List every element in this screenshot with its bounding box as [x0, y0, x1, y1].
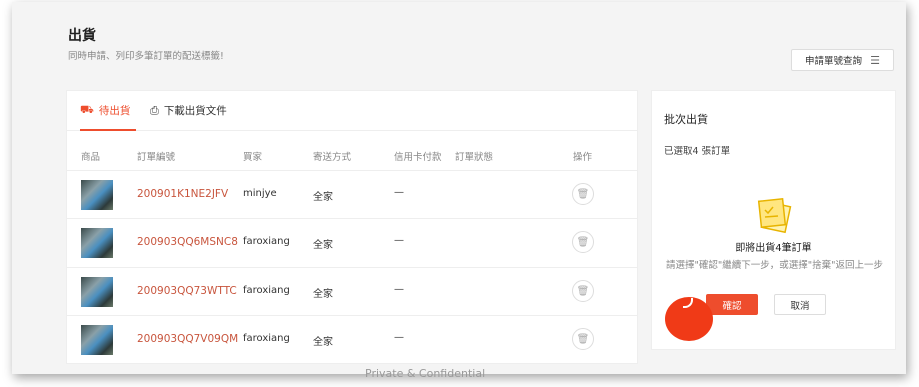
- product-thumbnail[interactable]: [81, 180, 113, 210]
- documents-icon: [757, 197, 792, 234]
- buyer-name: faroxiang: [243, 236, 290, 247]
- page-header: 出貨 同時申請、列印多筆訂單的配送標籤! 申請單號查詢 ☰: [12, 2, 906, 90]
- table-row: 200901K1NE2JFV minjye 全家 — 🗑: [67, 170, 637, 219]
- confidential-watermark: Private & Confidential: [365, 367, 486, 380]
- batch-hint: 請選擇"確認"繼續下一步，或選擇"捨棄"返回上一步: [666, 260, 883, 271]
- tab-bar: ⛟ 待出貨 ⎙ 下載出貨文件: [67, 91, 637, 131]
- batch-heading: 即將出貨4筆訂單: [735, 243, 812, 254]
- column-header: 買家: [243, 152, 263, 163]
- card-payment: —: [394, 332, 404, 343]
- product-thumbnail[interactable]: [81, 228, 113, 258]
- app-frame: 出貨 同時申請、列印多筆訂單的配送標籤! 申請單號查詢 ☰ ⛟ 待出貨 ⎙ 下載…: [12, 2, 906, 374]
- table-row: 200903QQ73WTTC faroxiang 全家 — 🗑: [67, 267, 637, 316]
- table-row: 200903QQ7V09QM faroxiang 全家 — 🗑: [67, 315, 637, 364]
- buyer-name: faroxiang: [243, 333, 290, 344]
- menu-icon: ☰: [870, 53, 880, 67]
- tab-label: 下載出貨文件: [163, 105, 227, 117]
- tab-download-documents[interactable]: ⎙ 下載出貨文件: [150, 91, 227, 130]
- package-icon: ⛟: [80, 103, 94, 116]
- delete-icon[interactable]: 🗑: [572, 328, 594, 350]
- card-payment: —: [394, 235, 404, 246]
- column-header: 訂單狀態: [455, 152, 494, 163]
- shipping-method: 全家: [313, 192, 333, 203]
- tab-label: 待出貨: [98, 105, 131, 117]
- column-header: 商品: [81, 152, 101, 163]
- page-title: 出貨: [68, 28, 96, 44]
- table-row: 200903QQ6MSNC8 faroxiang 全家 — 🗑: [67, 218, 637, 267]
- product-thumbnail[interactable]: [81, 277, 113, 307]
- cancel-button[interactable]: 取消: [774, 294, 826, 315]
- query-button[interactable]: 申請單號查詢 ☰: [791, 49, 894, 71]
- column-header: 信用卡付款: [394, 152, 442, 163]
- confirm-button[interactable]: 確認: [706, 294, 758, 315]
- orders-card: ⛟ 待出貨 ⎙ 下載出貨文件 商品 訂單編號 買家 寄送方式 信用卡付款 訂單狀…: [66, 90, 638, 364]
- selected-count: 已選取4 張訂單: [664, 146, 731, 157]
- cursor-highlight: [665, 297, 713, 341]
- delete-icon[interactable]: 🗑: [572, 183, 594, 205]
- delete-icon[interactable]: 🗑: [572, 280, 594, 302]
- buyer-name: minjye: [243, 188, 277, 199]
- buyer-name: faroxiang: [243, 285, 290, 296]
- table-header: 商品 訂單編號 買家 寄送方式 信用卡付款 訂單狀態 操作: [67, 143, 637, 171]
- batch-title: 批次出貨: [664, 113, 708, 126]
- shipping-method: 全家: [313, 337, 333, 348]
- order-number-link[interactable]: 200903QQ6MSNC8: [137, 236, 238, 248]
- card-payment: —: [394, 187, 404, 198]
- printer-icon: ⎙: [150, 103, 159, 117]
- card-payment: —: [394, 284, 404, 295]
- order-number-link[interactable]: 200903QQ73WTTC: [137, 285, 237, 297]
- shipping-method: 全家: [313, 240, 333, 251]
- query-button-label: 申請單號查詢: [805, 56, 863, 67]
- delete-icon[interactable]: 🗑: [572, 231, 594, 253]
- column-header: 操作: [573, 152, 593, 163]
- product-thumbnail[interactable]: [81, 325, 113, 355]
- column-header: 訂單編號: [137, 152, 176, 163]
- column-header: 寄送方式: [313, 152, 352, 163]
- order-number-link[interactable]: 200903QQ7V09QM: [137, 333, 238, 345]
- order-number-link[interactable]: 200901K1NE2JFV: [137, 188, 228, 200]
- shipping-method: 全家: [313, 289, 333, 300]
- tab-pending-shipment[interactable]: ⛟ 待出貨: [80, 91, 136, 131]
- page-subtitle: 同時申請、列印多筆訂單的配送標籤!: [68, 51, 224, 62]
